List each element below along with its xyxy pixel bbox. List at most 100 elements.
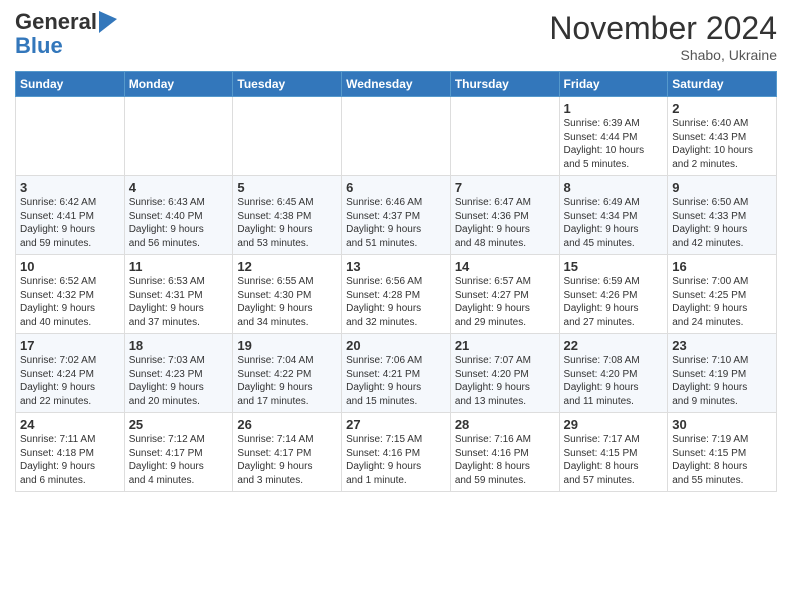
day-number: 13 <box>346 259 446 274</box>
calendar-table: SundayMondayTuesdayWednesdayThursdayFrid… <box>15 71 777 492</box>
calendar-cell: 20Sunrise: 7:06 AM Sunset: 4:21 PM Dayli… <box>342 334 451 413</box>
day-info: Sunrise: 6:40 AM Sunset: 4:43 PM Dayligh… <box>672 117 772 171</box>
weekday-header: Monday <box>124 72 233 97</box>
day-info: Sunrise: 7:19 AM Sunset: 4:15 PM Dayligh… <box>672 433 772 487</box>
day-info: Sunrise: 6:56 AM Sunset: 4:28 PM Dayligh… <box>346 275 446 329</box>
calendar-cell: 23Sunrise: 7:10 AM Sunset: 4:19 PM Dayli… <box>668 334 777 413</box>
header: General Blue November 2024 Shabo, Ukrain… <box>15 10 777 63</box>
calendar-cell: 29Sunrise: 7:17 AM Sunset: 4:15 PM Dayli… <box>559 413 668 492</box>
day-info: Sunrise: 7:12 AM Sunset: 4:17 PM Dayligh… <box>129 433 229 487</box>
logo: General Blue <box>15 10 117 58</box>
day-info: Sunrise: 6:43 AM Sunset: 4:40 PM Dayligh… <box>129 196 229 250</box>
weekday-header: Thursday <box>450 72 559 97</box>
weekday-header: Friday <box>559 72 668 97</box>
month-title: November 2024 <box>549 10 777 47</box>
day-number: 22 <box>564 338 664 353</box>
weekday-header: Wednesday <box>342 72 451 97</box>
calendar-cell <box>233 97 342 176</box>
calendar-cell: 3Sunrise: 6:42 AM Sunset: 4:41 PM Daylig… <box>16 176 125 255</box>
day-number: 17 <box>20 338 120 353</box>
day-info: Sunrise: 7:06 AM Sunset: 4:21 PM Dayligh… <box>346 354 446 408</box>
logo-general: General <box>15 10 97 34</box>
day-number: 24 <box>20 417 120 432</box>
calendar-cell: 5Sunrise: 6:45 AM Sunset: 4:38 PM Daylig… <box>233 176 342 255</box>
day-info: Sunrise: 6:53 AM Sunset: 4:31 PM Dayligh… <box>129 275 229 329</box>
day-info: Sunrise: 7:15 AM Sunset: 4:16 PM Dayligh… <box>346 433 446 487</box>
day-number: 21 <box>455 338 555 353</box>
location: Shabo, Ukraine <box>549 47 777 63</box>
calendar-cell <box>450 97 559 176</box>
day-number: 18 <box>129 338 229 353</box>
day-number: 29 <box>564 417 664 432</box>
calendar-cell: 27Sunrise: 7:15 AM Sunset: 4:16 PM Dayli… <box>342 413 451 492</box>
calendar-week-row: 10Sunrise: 6:52 AM Sunset: 4:32 PM Dayli… <box>16 255 777 334</box>
calendar-week-row: 3Sunrise: 6:42 AM Sunset: 4:41 PM Daylig… <box>16 176 777 255</box>
calendar-cell <box>16 97 125 176</box>
calendar-cell: 1Sunrise: 6:39 AM Sunset: 4:44 PM Daylig… <box>559 97 668 176</box>
calendar-cell: 26Sunrise: 7:14 AM Sunset: 4:17 PM Dayli… <box>233 413 342 492</box>
day-number: 20 <box>346 338 446 353</box>
day-info: Sunrise: 6:46 AM Sunset: 4:37 PM Dayligh… <box>346 196 446 250</box>
day-info: Sunrise: 6:57 AM Sunset: 4:27 PM Dayligh… <box>455 275 555 329</box>
calendar-cell: 25Sunrise: 7:12 AM Sunset: 4:17 PM Dayli… <box>124 413 233 492</box>
calendar-cell: 14Sunrise: 6:57 AM Sunset: 4:27 PM Dayli… <box>450 255 559 334</box>
calendar-cell: 6Sunrise: 6:46 AM Sunset: 4:37 PM Daylig… <box>342 176 451 255</box>
calendar-week-row: 24Sunrise: 7:11 AM Sunset: 4:18 PM Dayli… <box>16 413 777 492</box>
calendar-cell: 10Sunrise: 6:52 AM Sunset: 4:32 PM Dayli… <box>16 255 125 334</box>
day-info: Sunrise: 7:10 AM Sunset: 4:19 PM Dayligh… <box>672 354 772 408</box>
day-number: 23 <box>672 338 772 353</box>
day-info: Sunrise: 7:11 AM Sunset: 4:18 PM Dayligh… <box>20 433 120 487</box>
day-info: Sunrise: 6:39 AM Sunset: 4:44 PM Dayligh… <box>564 117 664 171</box>
day-number: 7 <box>455 180 555 195</box>
calendar-cell: 15Sunrise: 6:59 AM Sunset: 4:26 PM Dayli… <box>559 255 668 334</box>
logo-icon <box>99 11 117 33</box>
day-info: Sunrise: 6:59 AM Sunset: 4:26 PM Dayligh… <box>564 275 664 329</box>
calendar-cell: 7Sunrise: 6:47 AM Sunset: 4:36 PM Daylig… <box>450 176 559 255</box>
day-info: Sunrise: 7:03 AM Sunset: 4:23 PM Dayligh… <box>129 354 229 408</box>
day-number: 27 <box>346 417 446 432</box>
calendar-week-row: 17Sunrise: 7:02 AM Sunset: 4:24 PM Dayli… <box>16 334 777 413</box>
day-number: 11 <box>129 259 229 274</box>
day-number: 5 <box>237 180 337 195</box>
day-info: Sunrise: 7:17 AM Sunset: 4:15 PM Dayligh… <box>564 433 664 487</box>
day-number: 10 <box>20 259 120 274</box>
day-info: Sunrise: 7:07 AM Sunset: 4:20 PM Dayligh… <box>455 354 555 408</box>
calendar-cell: 19Sunrise: 7:04 AM Sunset: 4:22 PM Dayli… <box>233 334 342 413</box>
day-info: Sunrise: 7:02 AM Sunset: 4:24 PM Dayligh… <box>20 354 120 408</box>
day-number: 8 <box>564 180 664 195</box>
calendar-cell: 13Sunrise: 6:56 AM Sunset: 4:28 PM Dayli… <box>342 255 451 334</box>
calendar-cell: 30Sunrise: 7:19 AM Sunset: 4:15 PM Dayli… <box>668 413 777 492</box>
day-info: Sunrise: 6:47 AM Sunset: 4:36 PM Dayligh… <box>455 196 555 250</box>
day-number: 30 <box>672 417 772 432</box>
calendar-cell: 16Sunrise: 7:00 AM Sunset: 4:25 PM Dayli… <box>668 255 777 334</box>
day-info: Sunrise: 6:42 AM Sunset: 4:41 PM Dayligh… <box>20 196 120 250</box>
logo-blue: Blue <box>15 34 117 58</box>
weekday-header: Saturday <box>668 72 777 97</box>
day-number: 3 <box>20 180 120 195</box>
calendar-cell <box>342 97 451 176</box>
day-number: 1 <box>564 101 664 116</box>
day-number: 12 <box>237 259 337 274</box>
day-number: 15 <box>564 259 664 274</box>
weekday-header-row: SundayMondayTuesdayWednesdayThursdayFrid… <box>16 72 777 97</box>
day-number: 19 <box>237 338 337 353</box>
calendar-week-row: 1Sunrise: 6:39 AM Sunset: 4:44 PM Daylig… <box>16 97 777 176</box>
calendar-cell: 11Sunrise: 6:53 AM Sunset: 4:31 PM Dayli… <box>124 255 233 334</box>
day-number: 16 <box>672 259 772 274</box>
day-number: 4 <box>129 180 229 195</box>
day-info: Sunrise: 7:04 AM Sunset: 4:22 PM Dayligh… <box>237 354 337 408</box>
calendar-cell <box>124 97 233 176</box>
day-info: Sunrise: 7:14 AM Sunset: 4:17 PM Dayligh… <box>237 433 337 487</box>
calendar-cell: 2Sunrise: 6:40 AM Sunset: 4:43 PM Daylig… <box>668 97 777 176</box>
calendar-cell: 21Sunrise: 7:07 AM Sunset: 4:20 PM Dayli… <box>450 334 559 413</box>
calendar-cell: 18Sunrise: 7:03 AM Sunset: 4:23 PM Dayli… <box>124 334 233 413</box>
calendar-cell: 9Sunrise: 6:50 AM Sunset: 4:33 PM Daylig… <box>668 176 777 255</box>
day-info: Sunrise: 6:52 AM Sunset: 4:32 PM Dayligh… <box>20 275 120 329</box>
weekday-header: Tuesday <box>233 72 342 97</box>
day-number: 9 <box>672 180 772 195</box>
day-number: 26 <box>237 417 337 432</box>
title-block: November 2024 Shabo, Ukraine <box>549 10 777 63</box>
day-info: Sunrise: 7:00 AM Sunset: 4:25 PM Dayligh… <box>672 275 772 329</box>
calendar-cell: 12Sunrise: 6:55 AM Sunset: 4:30 PM Dayli… <box>233 255 342 334</box>
day-number: 6 <box>346 180 446 195</box>
